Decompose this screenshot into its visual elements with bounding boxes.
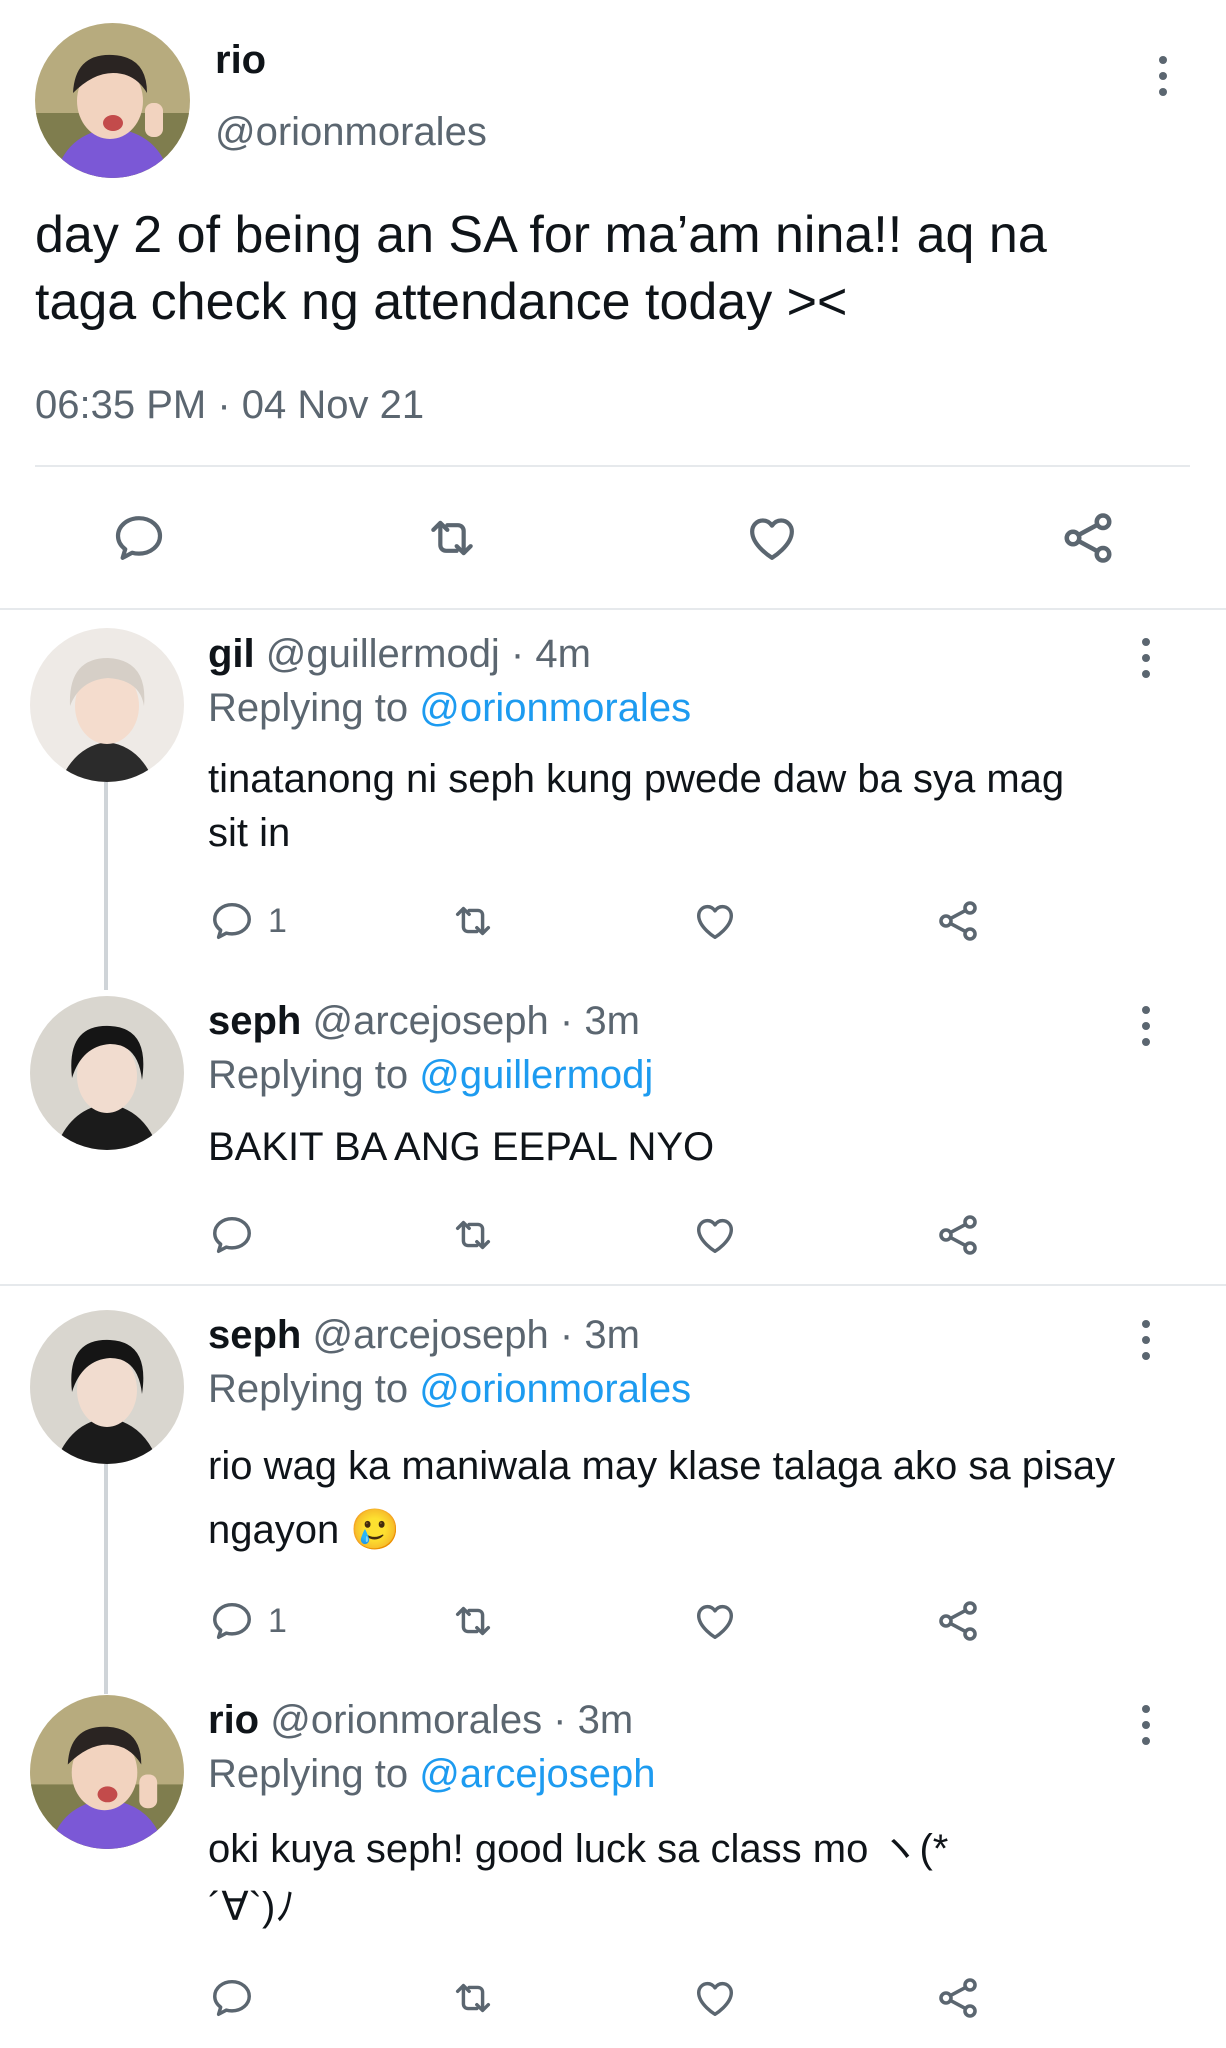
like-icon[interactable] — [690, 1975, 740, 2021]
main-tweet-name[interactable]: rio — [215, 38, 266, 83]
reply-icon[interactable] — [208, 1975, 256, 2021]
main-tweet-more-icon[interactable] — [1157, 56, 1169, 96]
share-icon[interactable] — [934, 1597, 982, 1645]
reply-text: rio wag ka maniwala may klase talaga ako… — [208, 1444, 1116, 1552]
share-icon[interactable] — [934, 897, 982, 945]
like-icon[interactable] — [690, 898, 740, 944]
reply-icon[interactable] — [208, 1598, 256, 1644]
reply-more-icon[interactable] — [1140, 1006, 1152, 1046]
reply-handle-time[interactable]: @arcejoseph · 3m — [312, 999, 639, 1043]
replying-label: Replying to — [208, 1053, 409, 1097]
retweet-icon[interactable] — [446, 1975, 500, 2021]
section-divider — [0, 608, 1226, 610]
reply-count: 1 — [268, 902, 287, 940]
reply-more-icon[interactable] — [1140, 1705, 1152, 1745]
main-reply-icon[interactable] — [110, 510, 168, 566]
avatar-image — [35, 23, 190, 178]
reply-handle-time[interactable]: @orionmorales · 3m — [270, 1698, 633, 1742]
avatar-image — [30, 1695, 184, 1849]
avatar-image — [30, 996, 184, 1150]
retweet-icon[interactable] — [446, 898, 500, 944]
reply-avatar[interactable] — [30, 996, 184, 1150]
main-tweet-separator — [35, 465, 1190, 467]
thread-line — [104, 1464, 108, 1694]
retweet-icon[interactable] — [446, 1212, 500, 1258]
reply-name[interactable]: seph — [208, 999, 301, 1043]
main-like-icon[interactable] — [742, 510, 802, 566]
main-tweet-text-line2: taga check ng attendance today >< — [35, 273, 848, 331]
main-retweet-icon[interactable] — [420, 510, 484, 566]
reply-icon[interactable] — [208, 898, 256, 944]
reply-more-icon[interactable] — [1140, 1320, 1152, 1360]
replying-to-link[interactable]: @arcejoseph — [419, 1752, 655, 1796]
share-icon[interactable] — [934, 1211, 982, 1259]
replying-to-link[interactable]: @guillermodj — [419, 1053, 653, 1097]
replying-label: Replying to — [208, 1367, 409, 1411]
reply-avatar[interactable] — [30, 1310, 184, 1464]
reply-icon[interactable] — [208, 1212, 256, 1258]
section-divider — [0, 1284, 1226, 1286]
thread-line — [104, 782, 108, 990]
replying-to-link[interactable]: @orionmorales — [419, 1367, 691, 1411]
main-tweet-avatar[interactable] — [35, 23, 190, 178]
main-tweet-handle[interactable]: @orionmorales — [215, 110, 487, 155]
main-tweet-timestamp: 06:35 PM · 04 Nov 21 — [35, 383, 425, 427]
reply-count: 1 — [268, 1602, 287, 1640]
reply-avatar[interactable] — [30, 628, 184, 782]
reply-name[interactable]: gil — [208, 632, 255, 676]
like-icon[interactable] — [690, 1598, 740, 1644]
main-share-icon[interactable] — [1058, 508, 1118, 568]
reply-more-icon[interactable] — [1140, 638, 1152, 678]
avatar-image — [30, 1310, 184, 1464]
reply-name[interactable]: seph — [208, 1313, 301, 1357]
reply-text: tinatanong ni seph kung pwede daw ba sya… — [208, 757, 1065, 855]
reply-avatar[interactable] — [30, 1695, 184, 1849]
share-icon[interactable] — [934, 1974, 982, 2022]
reply-text: oki kuya seph! good luck sa class mo ヽ(*… — [208, 1827, 949, 1929]
like-icon[interactable] — [690, 1212, 740, 1258]
reply-text: BAKIT BA ANG EEPAL NYO — [208, 1125, 715, 1169]
avatar-image — [30, 628, 184, 782]
retweet-icon[interactable] — [446, 1598, 500, 1644]
replying-label: Replying to — [208, 1752, 409, 1796]
replying-to-link[interactable]: @orionmorales — [419, 686, 691, 730]
reply-handle-time[interactable]: @guillermodj · 4m — [266, 632, 591, 676]
reply-name[interactable]: rio — [208, 1698, 259, 1742]
main-tweet-text-line1: day 2 of being an SA for ma’am nina!! aq… — [35, 206, 1047, 264]
replying-label: Replying to — [208, 686, 409, 730]
reply-handle-time[interactable]: @arcejoseph · 3m — [312, 1313, 639, 1357]
